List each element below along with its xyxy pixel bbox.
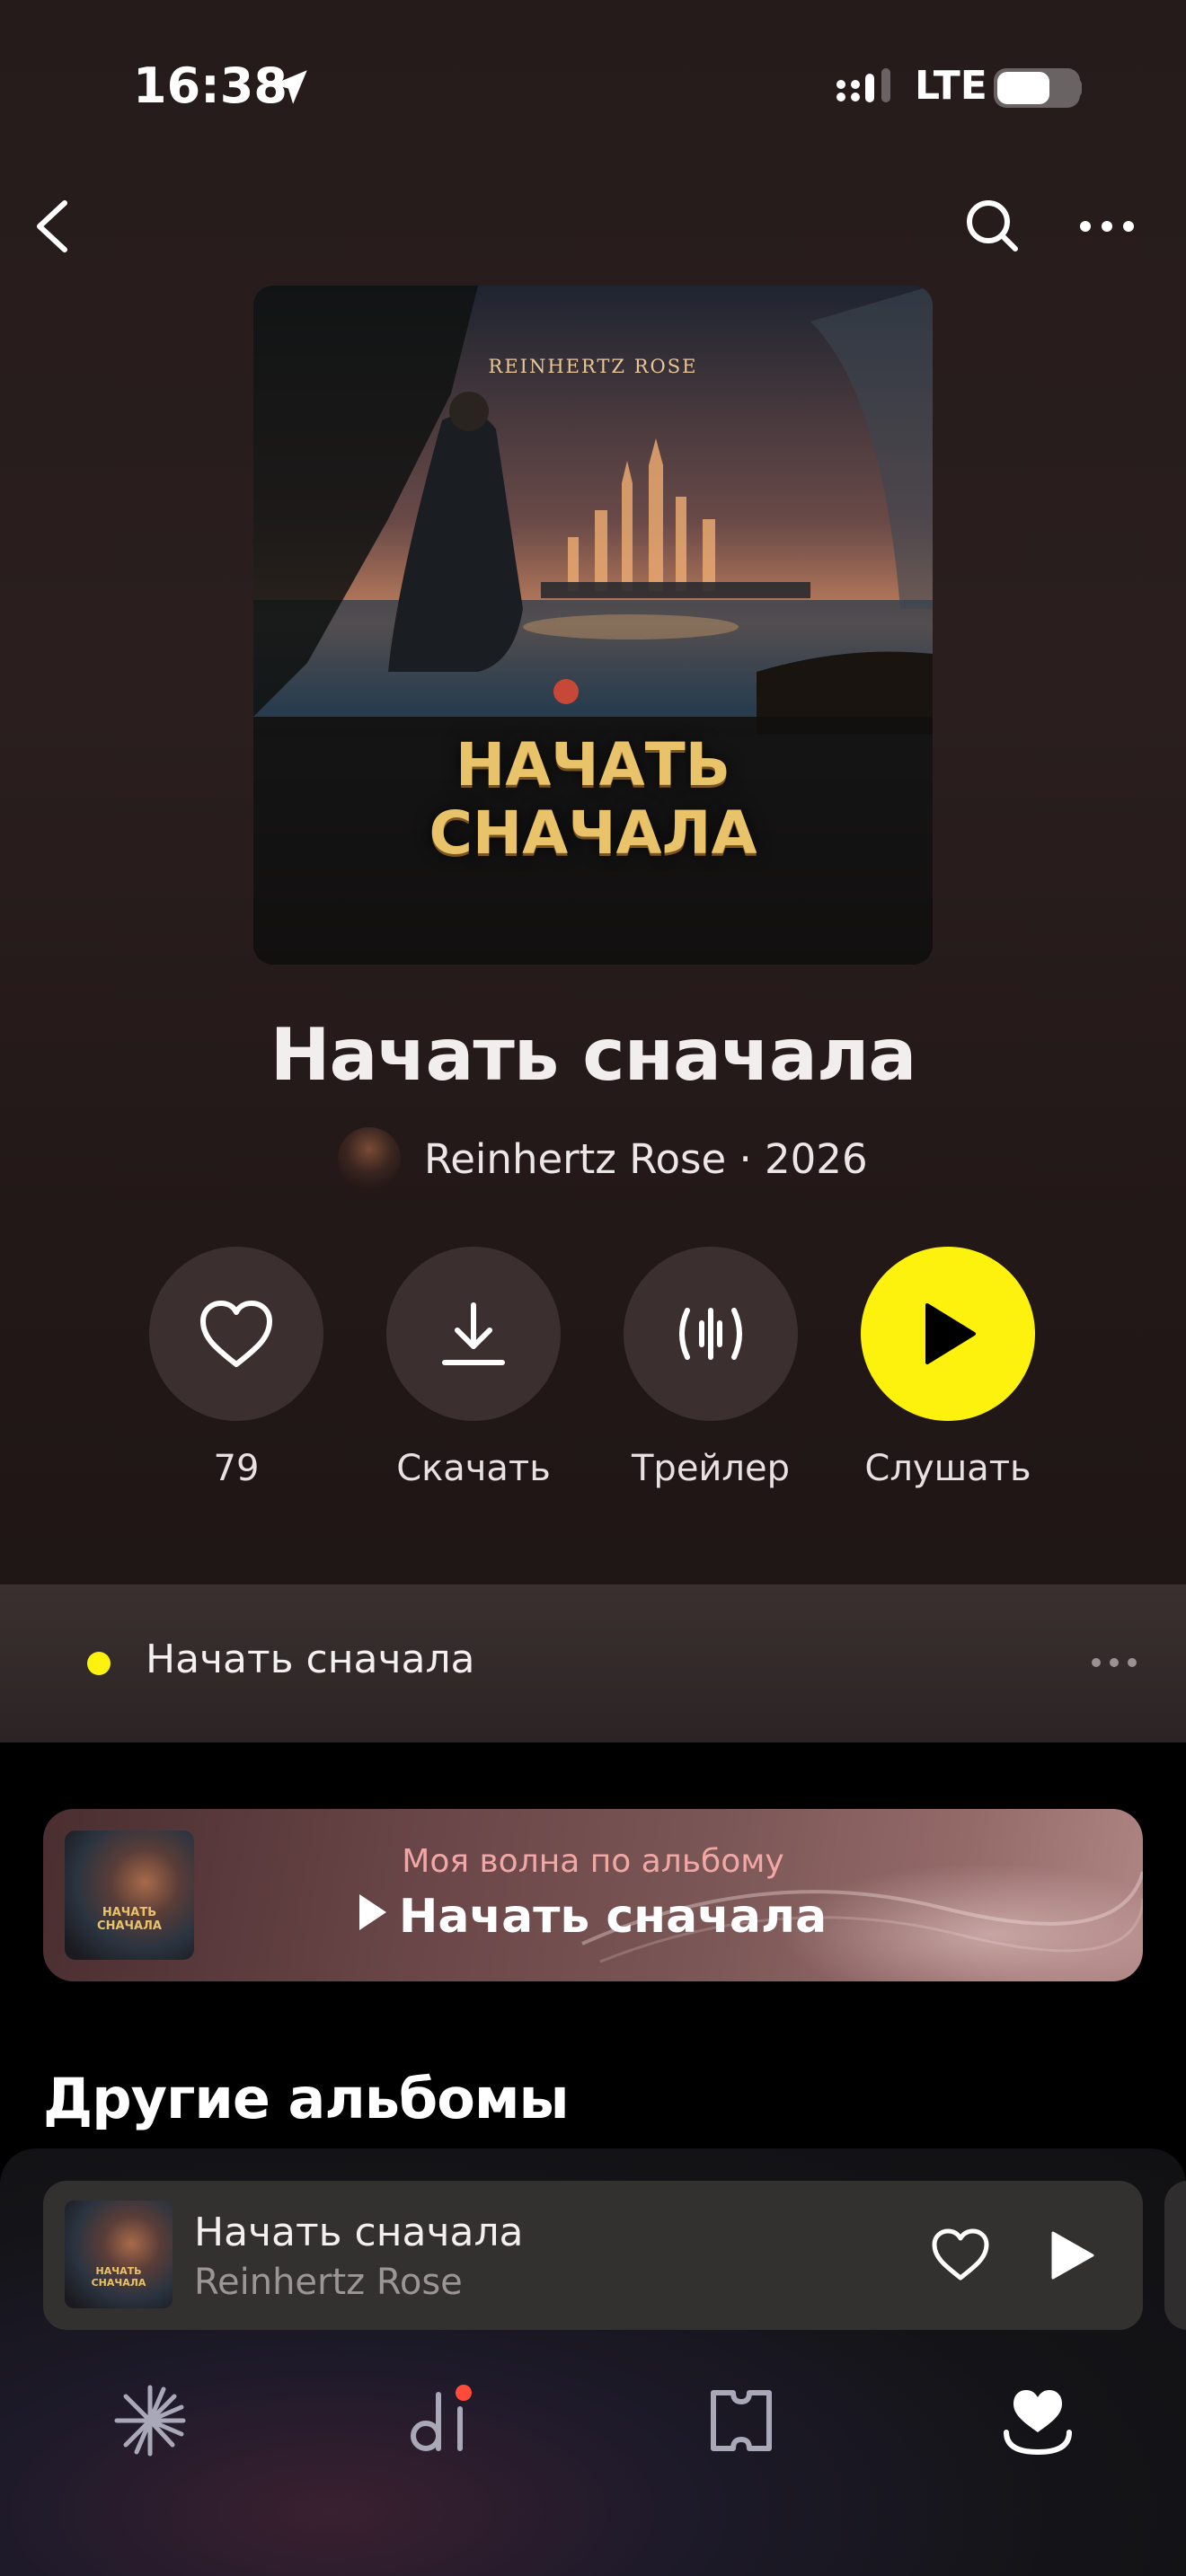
battery-icon [994,68,1080,108]
play-icon[interactable] [1046,2229,1096,2281]
next-mini-player-edge[interactable] [1164,2181,1186,2330]
listen-label: Слушать [864,1448,1031,1489]
wave-subtitle: Моя волна по альбому [402,1843,784,1880]
more-horizontal-icon[interactable] [1075,210,1139,243]
wave-play-icon [358,1894,386,1930]
download-button[interactable]: Скачать [386,1247,561,1489]
track-title[interactable]: Начать сначала [146,1636,475,1682]
search-icon[interactable] [960,194,1024,259]
track-more-icon[interactable] [1089,1653,1139,1672]
likes-count: 79 [213,1448,260,1489]
wave-icon [114,2385,186,2457]
status-bar: 16:38 LTE [0,0,1186,171]
artist-link[interactable]: Reinhertz Rose · 2026 [338,1126,868,1191]
artist-avatar [338,1127,401,1190]
album-title: Начать сначала [270,1013,917,1097]
heart-icon[interactable] [929,2226,992,2283]
heart-icon [200,1301,272,1367]
podcasts-icon [711,2390,772,2451]
wave-title: Начать сначала [43,1890,1143,1944]
download-icon [442,1302,505,1365]
tab-music[interactable] [395,2371,494,2470]
cover-artist-text: REINHERTZ ROSE [488,356,698,377]
tab-podcasts[interactable] [692,2371,791,2470]
play-icon [925,1303,976,1364]
trailer-button[interactable]: Трейлер [624,1247,798,1489]
listen-button[interactable]: Слушать [861,1247,1035,1489]
music-icon [411,2385,472,2451]
tab-collection[interactable] [988,2371,1087,2470]
download-label: Скачать [396,1448,551,1489]
mini-player-artist: Reinhertz Rose [194,2262,463,2303]
artist-year: Reinhertz Rose · 2026 [424,1134,868,1183]
signal-icon [836,68,890,102]
network-type: LTE [915,63,987,109]
my-wave-banner[interactable]: НАЧАТЬ СНАЧАЛА Моя волна по альбому Начат… [43,1809,1143,1981]
mini-player-title: Начать сначала [194,2210,524,2255]
trailer-label: Трейлер [632,1448,790,1489]
location-arrow-icon [273,70,307,104]
album-cover: REINHERTZ ROSE НАЧАТЬ СНАЧАЛА [253,286,933,965]
tab-wave[interactable] [101,2371,199,2470]
collection-icon [1004,2390,1072,2456]
cover-title-text: НАЧАТЬ СНАЧАЛА [429,730,757,868]
trailer-waveform-icon [679,1308,742,1360]
other-albums-heading: Другие альбомы [43,2066,570,2131]
status-time: 16:38 [133,57,288,114]
chevron-left-icon[interactable] [25,192,83,260]
like-button[interactable]: 79 [149,1247,323,1489]
now-playing-dot [87,1652,111,1675]
mini-player-cover: НАЧАТЬ СНАЧАЛА [65,2201,173,2308]
battery-tip [1075,79,1082,97]
